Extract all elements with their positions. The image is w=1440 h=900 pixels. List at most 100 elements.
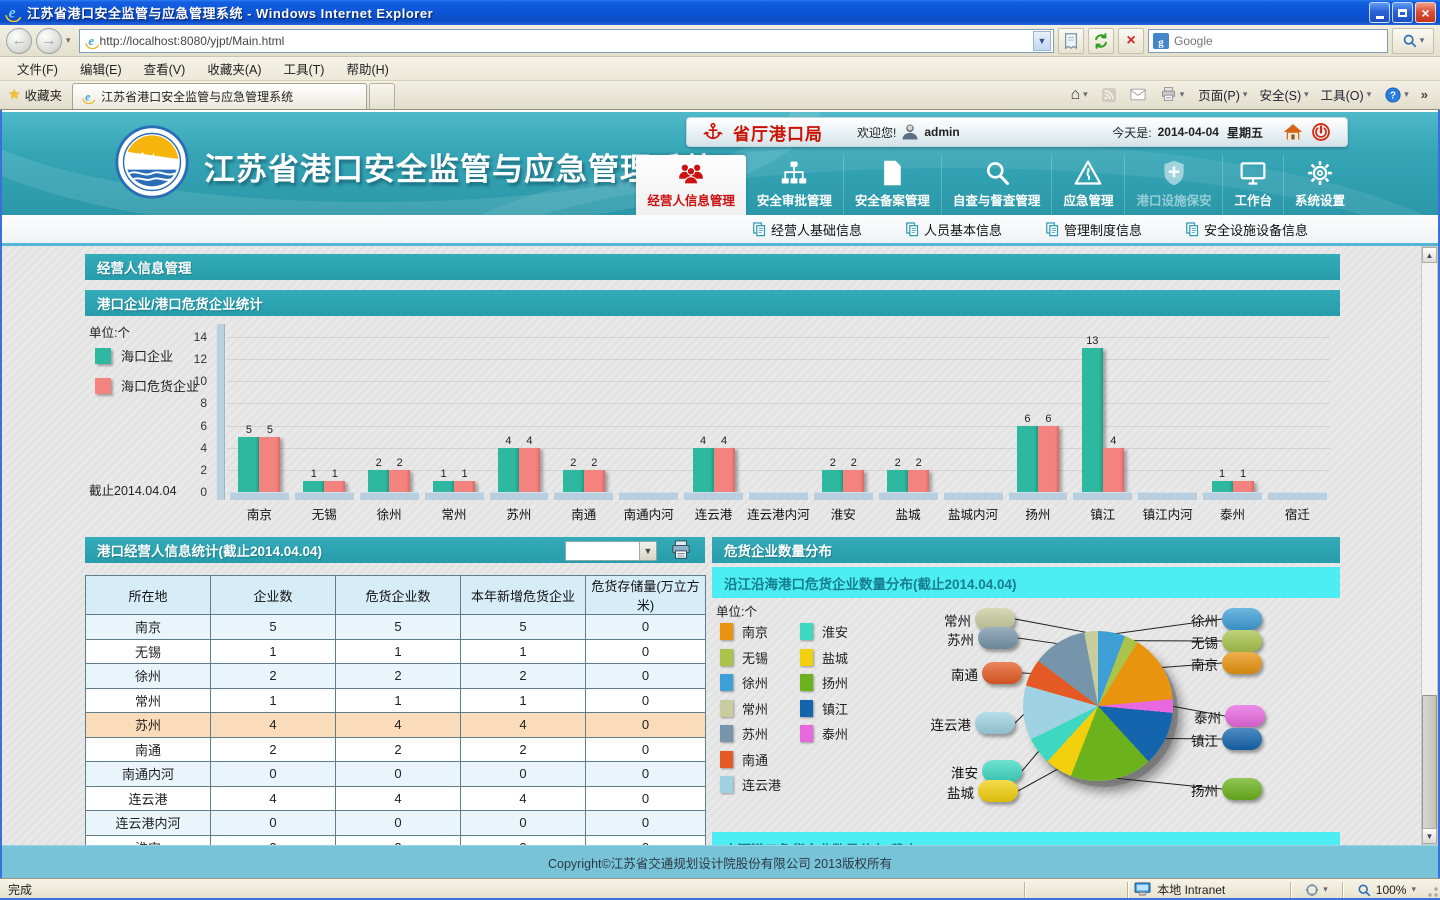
forward-button[interactable]: →	[36, 28, 62, 54]
bar[interactable]	[563, 470, 584, 492]
menu-item[interactable]: 文件(F)	[6, 56, 69, 81]
nav-tab[interactable]: 工作台	[1222, 155, 1283, 215]
print-button[interactable]: ▾	[1154, 84, 1191, 105]
scroll-up-button[interactable]: ▲	[1422, 247, 1437, 263]
nav-tab[interactable]: 港口设施保安	[1124, 155, 1222, 215]
bar[interactable]	[1103, 448, 1124, 492]
search-input[interactable]	[1174, 34, 1383, 48]
menu-item[interactable]: 编辑(E)	[69, 56, 133, 81]
scroll-down-button[interactable]: ▼	[1422, 828, 1437, 844]
zoom-control[interactable]: 100% ▾	[1349, 883, 1424, 897]
menu-item[interactable]: 工具(T)	[272, 56, 335, 81]
nav-tab[interactable]: 应急管理	[1051, 155, 1124, 215]
stop-button[interactable]: ×	[1118, 28, 1144, 54]
table-row[interactable]: 淮安2220	[86, 835, 706, 845]
browser-tab[interactable]: e 江苏省港口安全监管与应急管理系统	[72, 83, 367, 109]
bar[interactable]	[498, 448, 519, 492]
favorites-button[interactable]: ★ 收藏夹	[0, 81, 72, 109]
toolbar-button[interactable]: 工具(O)▾	[1315, 82, 1378, 107]
bar[interactable]	[887, 470, 908, 492]
bar[interactable]	[259, 437, 280, 492]
bar[interactable]	[389, 470, 410, 492]
table-cell: 2	[336, 664, 461, 689]
table-row[interactable]: 徐州2220	[86, 664, 706, 689]
bar[interactable]	[303, 481, 324, 492]
bar[interactable]	[519, 448, 540, 492]
menu-item[interactable]: 收藏夹(A)	[196, 56, 272, 81]
resize-grip[interactable]	[1424, 881, 1440, 899]
bar[interactable]	[238, 437, 259, 492]
search-button[interactable]: ▾	[1392, 28, 1434, 54]
address-dropdown[interactable]: ▼	[1033, 31, 1051, 51]
subnav-item[interactable]: 安全设施设备信息	[1164, 220, 1330, 239]
table-row[interactable]: 连云港4440	[86, 786, 706, 811]
nav-tab[interactable]: 经营人信息管理	[636, 155, 746, 215]
compatibility-view-button[interactable]	[1058, 28, 1084, 54]
legend-swatch	[800, 623, 813, 640]
search-options-dropdown[interactable]: ▾	[1420, 35, 1425, 46]
protected-mode-button[interactable]: ▾	[1297, 883, 1336, 897]
bar[interactable]	[822, 470, 843, 492]
nav-tab[interactable]: 自查与督查管理	[941, 155, 1052, 215]
report-type-select[interactable]: ▼	[565, 541, 657, 561]
menu-item[interactable]: 查看(V)	[133, 56, 197, 81]
new-tab-button[interactable]	[369, 83, 395, 109]
close-button[interactable]: ×	[1415, 2, 1436, 23]
home-button[interactable]: ⌂▾	[1065, 84, 1094, 106]
home-shortcut-icon[interactable]	[1283, 122, 1303, 142]
toolbar-overflow-chevron[interactable]: »	[1417, 87, 1432, 102]
nav-tab[interactable]: 安全备案管理	[843, 155, 941, 215]
toolbar-button[interactable]: 页面(P)▾	[1192, 82, 1253, 107]
menu-item[interactable]: 帮助(H)	[335, 56, 399, 81]
bar[interactable]	[433, 481, 454, 492]
table-row[interactable]: 连云港内河0000	[86, 811, 706, 836]
browser-window: e 江苏省港口安全监管与应急管理系统 - Windows Internet Ex…	[0, 0, 1440, 900]
bar[interactable]	[1038, 426, 1059, 492]
address-bar[interactable]: e ▼	[79, 29, 1054, 53]
back-button[interactable]: ←	[6, 28, 32, 54]
subnav-item[interactable]: 管理制度信息	[1024, 220, 1164, 239]
address-input[interactable]	[100, 34, 1033, 48]
subnav-item[interactable]: 人员基本信息	[884, 220, 1024, 239]
refresh-button[interactable]	[1088, 28, 1114, 54]
protected-mode-dropdown[interactable]: ▾	[1323, 884, 1328, 895]
zoom-dropdown[interactable]: ▾	[1411, 884, 1416, 895]
table-row[interactable]: 南通内河0000	[86, 762, 706, 787]
bar[interactable]	[714, 448, 735, 492]
scrollbar-thumb[interactable]	[1422, 695, 1437, 830]
bar[interactable]	[1212, 481, 1233, 492]
table-row[interactable]: 苏州4440	[86, 713, 706, 738]
feeds-button[interactable]	[1096, 85, 1122, 105]
bar[interactable]	[584, 470, 605, 492]
logout-icon[interactable]	[1311, 122, 1331, 142]
bar[interactable]	[324, 481, 345, 492]
table-row[interactable]: 南通2220	[86, 737, 706, 762]
select-arrow-icon[interactable]: ▼	[639, 542, 656, 560]
bar[interactable]	[908, 470, 929, 492]
maximize-button[interactable]	[1392, 2, 1413, 23]
minimize-button[interactable]	[1369, 2, 1390, 23]
content-scrollbar[interactable]: ▲ ▼	[1421, 246, 1438, 845]
help-button[interactable]: ? ▾	[1379, 84, 1415, 106]
nav-tab[interactable]: 系统设置	[1283, 155, 1356, 215]
table-cell: 0	[211, 811, 336, 836]
bar[interactable]	[454, 481, 475, 492]
table-row[interactable]: 南京5550	[86, 615, 706, 640]
bar[interactable]	[843, 470, 864, 492]
bar[interactable]	[1233, 481, 1254, 492]
bar[interactable]	[1082, 348, 1103, 492]
bar[interactable]	[1017, 426, 1038, 492]
table-row[interactable]: 常州1110	[86, 688, 706, 713]
rss-icon	[1102, 88, 1116, 102]
history-dropdown[interactable]: ▾	[66, 35, 71, 46]
nav-tab[interactable]: 安全审批管理	[746, 155, 843, 215]
bar[interactable]	[368, 470, 389, 492]
toolbar-button[interactable]: 安全(S)▾	[1253, 82, 1314, 107]
subnav-item[interactable]: 经营人基础信息	[731, 220, 884, 239]
table-row[interactable]: 无锡1110	[86, 639, 706, 664]
x-category-label: 徐州	[357, 500, 422, 522]
search-box[interactable]: g	[1148, 29, 1388, 53]
table-print-button[interactable]	[668, 538, 694, 562]
bar[interactable]	[693, 448, 714, 492]
mail-button[interactable]	[1124, 85, 1152, 104]
